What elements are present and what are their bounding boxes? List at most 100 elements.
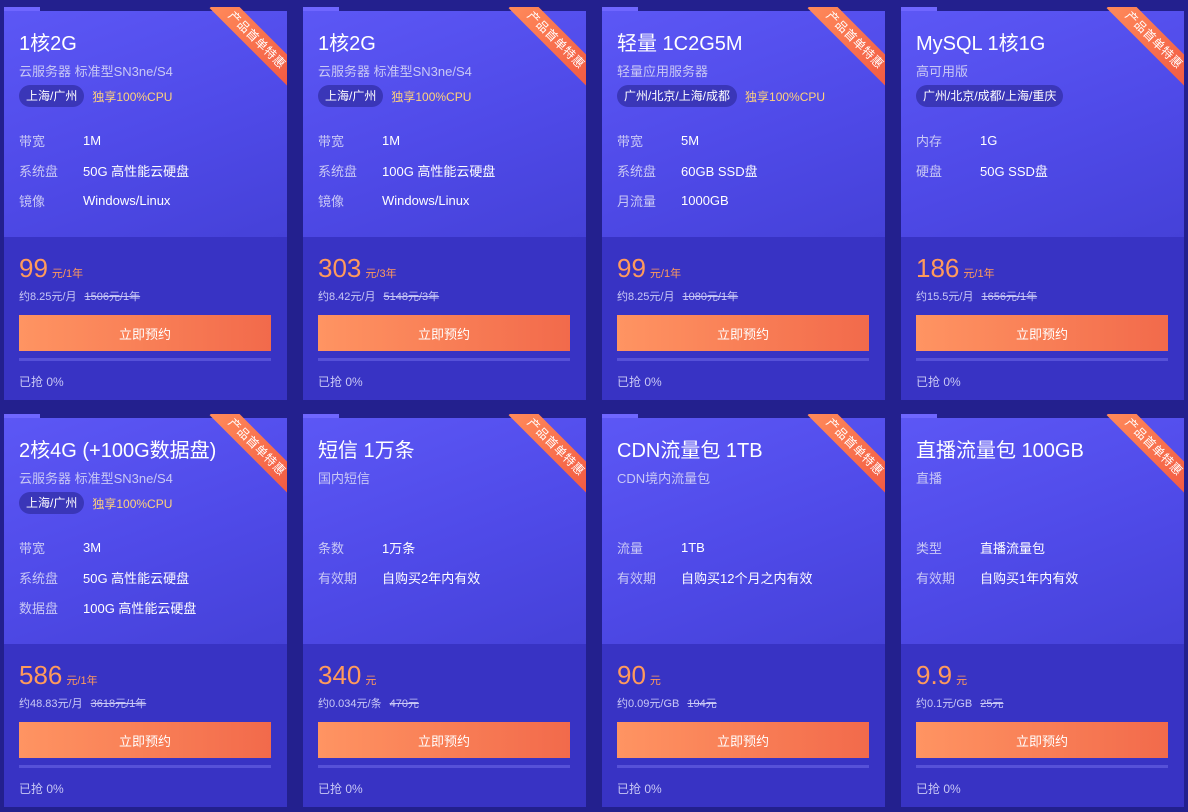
product-subtitle: 云服务器 标准型SN3ne/S4 — [19, 64, 173, 79]
promo-ribbon-label: 产品首单特惠 — [1106, 7, 1184, 88]
promo-ribbon: 产品首单特惠 — [197, 7, 287, 97]
reserve-button[interactable]: 立即预约 — [318, 722, 570, 758]
spec-value: Windows/Linux — [382, 192, 470, 208]
price-amount: 99 — [617, 253, 646, 283]
price-unit: 元/3年 — [365, 268, 397, 280]
price-amount: 586 — [19, 660, 63, 690]
product-card: 产品首单特惠 1核2G 云服务器 标准型SN3ne/S4 上海/广州 独享100%CPU… — [4, 7, 287, 400]
spec-list: 带宽 1M 系统盘 50G 高性能云硬盘 镜像 Windows/Linux — [19, 125, 189, 215]
spec-key: 镜像 — [318, 193, 345, 209]
spec-list: 带宽 5M 系统盘 60GB SSD盘 月流量 1000GB — [617, 125, 758, 215]
cpu-tag: 独享100%CPU — [745, 89, 826, 104]
reserve-button[interactable]: 立即预约 — [916, 722, 1168, 758]
price-detail: 约48.83元/月 3618元/1年 — [19, 695, 146, 711]
spec-value: 1G — [980, 132, 998, 148]
spec-row: 有效期 自购买12个月之内有效 — [617, 562, 812, 592]
price: 186 元/1年 — [916, 253, 995, 284]
product-subtitle: 直播 — [916, 471, 943, 486]
product-subtitle: 国内短信 — [318, 471, 371, 486]
reserve-button[interactable]: 立即预约 — [318, 315, 570, 351]
spec-value: 1TB — [681, 539, 705, 555]
product-subtitle: 云服务器 标准型SN3ne/S4 — [318, 64, 472, 79]
reserve-button[interactable]: 立即预约 — [916, 315, 1168, 351]
spec-list: 带宽 1M 系统盘 100G 高性能云硬盘 镜像 Windows/Linux — [318, 125, 495, 215]
spec-value: 5M — [681, 132, 700, 148]
promo-ribbon-label: 产品首单特惠 — [807, 414, 885, 495]
spec-value: 3M — [83, 539, 102, 555]
sold-progress-bar — [19, 765, 271, 768]
price-detail: 约8.25元/月 1506元/1年 — [19, 288, 140, 304]
spec-value: 自购买2年内有效 — [382, 570, 481, 586]
product-card: 产品首单特惠 轻量 1C2G5M 轻量应用服务器 广州/北京/上海/成都 独享100%C… — [602, 7, 885, 400]
spec-value: 直播流量包 — [980, 540, 1046, 556]
product-title: 1核2G — [19, 33, 77, 55]
spec-row: 镜像 Windows/Linux — [19, 185, 189, 215]
spec-list: 流量 1TB 有效期 自购买12个月之内有效 — [617, 532, 812, 592]
product-card: 产品首单特惠 MySQL 1核1G 高可用版 广州/北京/成都/上海/重庆 内存 1G 硬盘… — [901, 7, 1184, 400]
spec-key: 内存 — [916, 133, 943, 149]
region-tag: 广州/北京/上海/成都 — [617, 85, 738, 107]
spec-value: 50G 高性能云硬盘 — [83, 570, 190, 586]
sold-progress-bar — [318, 765, 570, 768]
spec-key: 数据盘 — [19, 600, 59, 616]
monthly-price: 约15.5元/月 — [916, 291, 974, 303]
spec-key: 硬盘 — [916, 163, 943, 179]
spec-key: 带宽 — [617, 133, 644, 149]
price-amount: 340 — [318, 660, 362, 690]
spec-value: 50G 高性能云硬盘 — [83, 163, 190, 179]
price-amount: 303 — [318, 253, 362, 283]
monthly-price: 约8.25元/月 — [617, 291, 675, 303]
product-title: 1核2G — [318, 33, 376, 55]
reserve-button[interactable]: 立即预约 — [617, 722, 869, 758]
original-price: 25元 — [980, 698, 1004, 710]
monthly-price: 约0.09元/GB — [617, 698, 680, 710]
sold-progress-bar — [19, 358, 271, 361]
region-tag: 上海/广州 — [318, 85, 384, 107]
promo-ribbon-label: 产品首单特惠 — [508, 7, 586, 88]
spec-list: 条数 1万条 有效期 自购买2年内有效 — [318, 532, 480, 592]
spec-value: 自购买12个月之内有效 — [681, 570, 813, 586]
sold-progress-bar — [617, 358, 869, 361]
spec-row: 有效期 自购买2年内有效 — [318, 562, 480, 592]
monthly-price: 约48.83元/月 — [19, 698, 83, 710]
price-unit: 元/1年 — [649, 268, 682, 280]
promo-ribbon: 产品首单特惠 — [1094, 414, 1184, 504]
product-title: 短信 1万条 — [318, 440, 415, 462]
promo-ribbon: 产品首单特惠 — [795, 414, 885, 504]
spec-key: 类型 — [916, 540, 943, 556]
reserve-button[interactable]: 立即预约 — [617, 315, 869, 351]
spec-key: 镜像 — [19, 193, 46, 209]
spec-row: 系统盘 50G 高性能云硬盘 — [19, 562, 196, 592]
sold-percentage: 已抢 0% — [19, 782, 64, 796]
spec-key: 有效期 — [318, 570, 358, 586]
price-amount: 186 — [916, 253, 960, 283]
spec-row: 数据盘 100G 高性能云硬盘 — [19, 592, 196, 622]
product-tags: 上海/广州 独享100%CPU — [19, 85, 172, 107]
reserve-button[interactable]: 立即预约 — [19, 722, 271, 758]
spec-value: 1000GB — [681, 192, 729, 208]
product-tags: 上海/广州 独享100%CPU — [318, 85, 471, 107]
original-price: 470元 — [389, 698, 419, 710]
spec-row: 带宽 1M — [318, 125, 495, 155]
product-subtitle: 云服务器 标准型SN3ne/S4 — [19, 471, 173, 486]
reserve-button[interactable]: 立即预约 — [19, 315, 271, 351]
product-card: 产品首单特惠 1核2G 云服务器 标准型SN3ne/S4 上海/广州 独享100%CPU… — [303, 7, 586, 400]
sold-percentage: 已抢 0% — [916, 375, 961, 389]
price-unit: 元/1年 — [66, 675, 98, 687]
product-tags: 广州/北京/上海/成都 独享100%CPU — [617, 85, 825, 107]
sold-percentage: 已抢 0% — [916, 782, 961, 796]
spec-value: 100G 高性能云硬盘 — [83, 600, 197, 616]
price-amount: 90 — [617, 660, 646, 690]
promo-ribbon-label: 产品首单特惠 — [209, 414, 287, 495]
price-detail: 约0.09元/GB 194元 — [617, 695, 717, 711]
product-title: 2核4G (+100G数据盘) — [19, 440, 217, 462]
spec-value: Windows/Linux — [83, 192, 171, 208]
original-price: 5148元/3年 — [383, 291, 440, 303]
spec-row: 内存 1G — [916, 125, 1048, 155]
region-tag: 上海/广州 — [19, 85, 85, 107]
sold-percentage: 已抢 0% — [617, 782, 662, 796]
original-price: 3618元/1年 — [90, 698, 147, 710]
price: 340 元 — [318, 660, 376, 691]
monthly-price: 约0.1元/GB — [916, 698, 973, 710]
spec-row: 带宽 1M — [19, 125, 189, 155]
